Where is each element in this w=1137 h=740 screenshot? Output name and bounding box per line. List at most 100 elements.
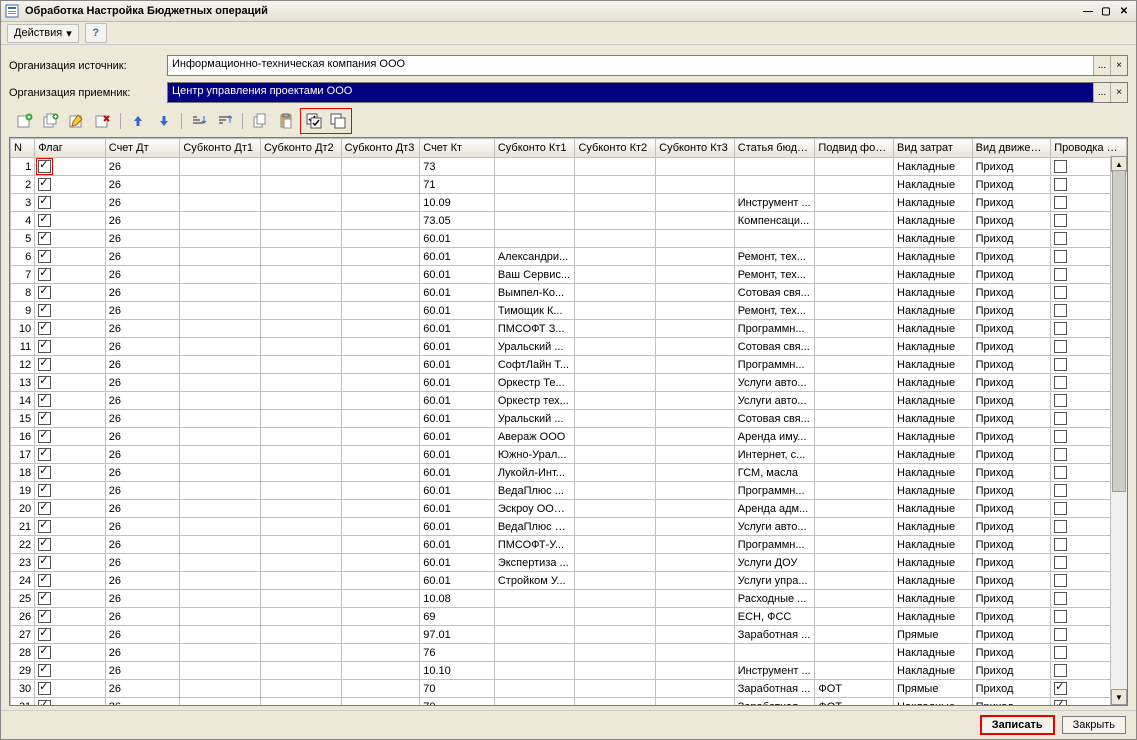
cell-skt1[interactable]	[494, 644, 575, 662]
cell-sdt2[interactable]	[260, 338, 341, 356]
cell-flag[interactable]	[35, 302, 106, 320]
cell-n[interactable]: 10	[11, 320, 35, 338]
cell-skt3[interactable]	[656, 338, 735, 356]
cell-n[interactable]: 16	[11, 428, 35, 446]
cell-skt2[interactable]	[575, 536, 656, 554]
cell-sdt2[interactable]	[260, 536, 341, 554]
cell-n[interactable]: 28	[11, 644, 35, 662]
cell-n[interactable]: 7	[11, 266, 35, 284]
cell-dt[interactable]: 26	[105, 608, 180, 626]
table-row[interactable]: 262669ЕСН, ФССНакладныеПриход	[11, 608, 1127, 626]
cell-cost[interactable]: Накладные	[894, 320, 973, 338]
cell-skt1[interactable]: ПМСОФТ З...	[494, 320, 575, 338]
cell-dt[interactable]: 26	[105, 428, 180, 446]
cell-kt[interactable]: 60.01	[420, 356, 495, 374]
cell-fund[interactable]	[815, 446, 894, 464]
cell-skt3[interactable]	[656, 608, 735, 626]
cell-move[interactable]: Приход	[972, 158, 1051, 176]
cell-sdt2[interactable]	[260, 662, 341, 680]
zik-checkbox[interactable]	[1054, 340, 1067, 353]
cell-cost[interactable]: Накладные	[894, 266, 973, 284]
cell-dt[interactable]: 26	[105, 590, 180, 608]
cell-sdt3[interactable]	[341, 176, 420, 194]
cell-move[interactable]: Приход	[972, 698, 1051, 707]
cell-move[interactable]: Приход	[972, 464, 1051, 482]
flag-checkbox[interactable]	[38, 538, 51, 551]
zik-checkbox[interactable]	[1054, 358, 1067, 371]
cell-budget[interactable]: Сотовая свя...	[734, 284, 815, 302]
cell-dt[interactable]: 26	[105, 626, 180, 644]
table-row[interactable]: 232660.01Экспертиза ...Услуги ДОУНакладн…	[11, 554, 1127, 572]
table-row[interactable]: 72660.01Ваш Сервис...Ремонт, тех...Накла…	[11, 266, 1127, 284]
cell-sdt3[interactable]	[341, 482, 420, 500]
cell-n[interactable]: 15	[11, 410, 35, 428]
cell-sdt1[interactable]	[180, 500, 261, 518]
cell-sdt1[interactable]	[180, 230, 261, 248]
zik-checkbox[interactable]	[1054, 214, 1067, 227]
cell-skt2[interactable]	[575, 176, 656, 194]
cell-skt2[interactable]	[575, 158, 656, 176]
cell-skt2[interactable]	[575, 266, 656, 284]
table-row[interactable]: 292610.10Инструмент ...НакладныеПриход	[11, 662, 1127, 680]
cell-kt[interactable]: 70	[420, 680, 495, 698]
zik-checkbox[interactable]	[1054, 556, 1067, 569]
zik-checkbox[interactable]	[1054, 610, 1067, 623]
cell-dt[interactable]: 26	[105, 536, 180, 554]
cell-dt[interactable]: 26	[105, 644, 180, 662]
cell-budget[interactable]: Программн...	[734, 482, 815, 500]
cell-cost[interactable]: Накладные	[894, 572, 973, 590]
column-header-move[interactable]: Вид движения	[972, 139, 1051, 158]
cell-dt[interactable]: 26	[105, 410, 180, 428]
cell-sdt2[interactable]	[260, 680, 341, 698]
edit-button[interactable]	[65, 110, 89, 132]
cell-n[interactable]: 13	[11, 374, 35, 392]
cell-cost[interactable]: Накладные	[894, 554, 973, 572]
flag-checkbox[interactable]	[38, 592, 51, 605]
cell-skt1[interactable]: Оркестр тех...	[494, 392, 575, 410]
cell-fund[interactable]	[815, 410, 894, 428]
cell-dt[interactable]: 26	[105, 338, 180, 356]
minimize-button[interactable]: —	[1080, 4, 1096, 18]
cell-skt2[interactable]	[575, 680, 656, 698]
flag-checkbox[interactable]	[38, 700, 51, 706]
dest-org-clear-button[interactable]: ×	[1110, 83, 1127, 102]
dest-org-field[interactable]: Центр управления проектами ООО ... ×	[167, 82, 1128, 103]
cell-flag[interactable]	[35, 284, 106, 302]
cell-n[interactable]: 18	[11, 464, 35, 482]
cell-n[interactable]: 19	[11, 482, 35, 500]
cell-fund[interactable]	[815, 518, 894, 536]
cell-skt3[interactable]	[656, 248, 735, 266]
cell-budget[interactable]: Инструмент ...	[734, 194, 815, 212]
cell-sdt3[interactable]	[341, 608, 420, 626]
cell-sdt3[interactable]	[341, 338, 420, 356]
cell-skt3[interactable]	[656, 392, 735, 410]
cell-skt1[interactable]	[494, 590, 575, 608]
cell-sdt1[interactable]	[180, 266, 261, 284]
cell-move[interactable]: Приход	[972, 626, 1051, 644]
zik-checkbox[interactable]	[1054, 628, 1067, 641]
cell-dt[interactable]: 26	[105, 698, 180, 707]
cell-sdt2[interactable]	[260, 158, 341, 176]
cell-flag[interactable]	[35, 482, 106, 500]
cell-budget[interactable]: Услуги ДОУ	[734, 554, 815, 572]
flag-checkbox[interactable]	[38, 430, 51, 443]
cell-n[interactable]: 22	[11, 536, 35, 554]
cell-sdt2[interactable]	[260, 284, 341, 302]
cell-sdt2[interactable]	[260, 626, 341, 644]
actions-menu[interactable]: Действия ▾	[7, 24, 79, 43]
cell-cost[interactable]: Накладные	[894, 464, 973, 482]
cell-sdt3[interactable]	[341, 284, 420, 302]
cell-kt[interactable]: 60.01	[420, 266, 495, 284]
cell-dt[interactable]: 26	[105, 482, 180, 500]
vertical-scrollbar[interactable]: ▲ ▼	[1110, 156, 1127, 705]
cell-move[interactable]: Приход	[972, 194, 1051, 212]
cell-cost[interactable]: Накладные	[894, 212, 973, 230]
cell-dt[interactable]: 26	[105, 194, 180, 212]
cell-sdt3[interactable]	[341, 626, 420, 644]
cell-skt1[interactable]	[494, 194, 575, 212]
cell-fund[interactable]	[815, 320, 894, 338]
cell-skt1[interactable]: Лукойл-Инт...	[494, 464, 575, 482]
flag-checkbox[interactable]	[38, 646, 51, 659]
cell-cost[interactable]: Накладные	[894, 338, 973, 356]
cell-kt[interactable]: 60.01	[420, 518, 495, 536]
